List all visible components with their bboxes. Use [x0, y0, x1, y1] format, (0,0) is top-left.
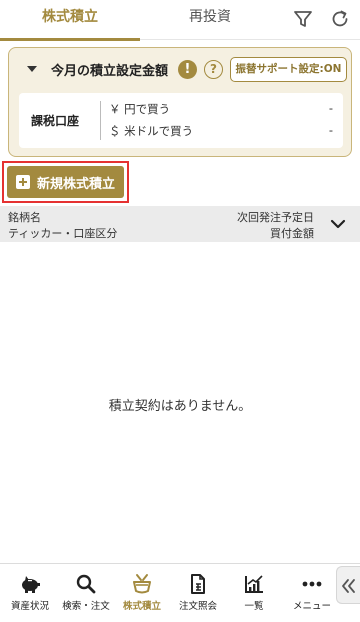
nav-order-inquiry[interactable]: 注文照会: [170, 564, 226, 622]
new-stock-savings-button[interactable]: 新規株式積立: [7, 166, 124, 198]
yen-buy-label: ￥ 円で買う: [109, 102, 171, 116]
refresh-icon[interactable]: [329, 8, 351, 30]
bottom-nav: 資産状況 検索・注文 株式積立 注文照会 一覧 メニュー: [0, 563, 360, 622]
warning-icon[interactable]: !: [178, 60, 197, 79]
chevron-down-icon[interactable]: [330, 218, 346, 230]
plus-icon: [16, 175, 30, 189]
usd-buy-label: ＄ 米ドルで買う: [109, 124, 194, 138]
more-dots-icon: [302, 581, 322, 587]
list-header: 銘柄名 ティッカー・口座区分 次回発注予定日 買付金額: [0, 206, 360, 242]
side-panel-toggle[interactable]: [336, 566, 360, 604]
top-tab-bar: 株式積立 再投資: [0, 0, 360, 41]
monthly-setting-card: 今月の積立設定金額 ! ? 振替サポート設定:ON 課税口座 ￥ 円で買う - …: [8, 47, 352, 157]
piggy-bank-icon: [22, 576, 40, 593]
order-document-icon: [191, 574, 205, 594]
tab-reinvest[interactable]: 再投資: [140, 0, 280, 40]
card-title: 今月の積立設定金額: [51, 64, 169, 79]
nav-stock-savings[interactable]: 株式積立: [114, 564, 170, 622]
col-stock-name: 銘柄名: [8, 211, 41, 224]
empty-message: 積立契約はありません。: [108, 399, 252, 414]
usd-buy-value: -: [328, 123, 333, 137]
col-ticker-account: ティッカー・口座区分: [8, 227, 118, 240]
account-type-label: 課税口座: [31, 114, 80, 128]
search-icon: [76, 574, 96, 594]
nav-menu[interactable]: メニュー: [284, 564, 340, 622]
nav-list[interactable]: 一覧: [226, 564, 282, 622]
filter-icon[interactable]: [292, 8, 314, 30]
account-summary: 課税口座 ￥ 円で買う - ＄ 米ドルで買う -: [19, 93, 343, 148]
pot-icon: [133, 574, 151, 594]
help-icon[interactable]: ?: [204, 60, 223, 79]
collapse-caret-icon[interactable]: [27, 66, 37, 72]
nav-assets[interactable]: 資産状況: [2, 564, 58, 622]
nav-search-order[interactable]: 検索・注文: [58, 564, 114, 622]
col-next-order-date: 次回発注予定日: [237, 211, 314, 224]
transfer-support-button[interactable]: 振替サポート設定:ON: [230, 57, 347, 82]
double-chevron-left-icon: [342, 579, 355, 593]
card-header[interactable]: 今月の積立設定金額 ! ? 振替サポート設定:ON: [9, 48, 353, 90]
tab-stock-savings[interactable]: 株式積立: [0, 0, 140, 41]
chart-icon: [245, 575, 263, 593]
new-button-label: 新規株式積立: [37, 177, 116, 192]
yen-buy-row: ￥ 円で買う -: [109, 99, 337, 119]
usd-buy-row: ＄ 米ドルで買う -: [109, 121, 337, 141]
col-purchase-amount: 買付金額: [270, 227, 314, 240]
yen-buy-value: -: [328, 101, 333, 115]
divider: [100, 101, 101, 140]
